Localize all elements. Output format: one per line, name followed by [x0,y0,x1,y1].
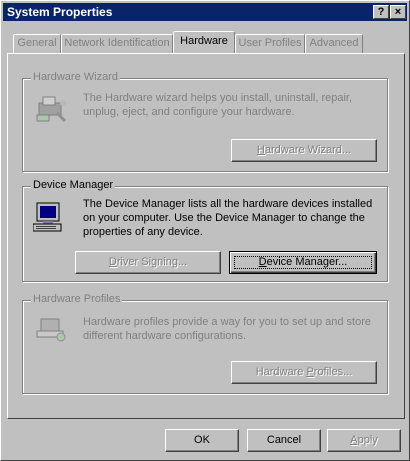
hardware-profiles-button-label-b: P [306,366,314,378]
tab-hardware[interactable]: Hardware [173,31,235,53]
hardware-wizard-button[interactable]: Hardware Wizard... [231,139,377,162]
hardware-profiles-description-2: different hardware configurations. [83,330,247,342]
apply-button[interactable]: Apply [327,429,401,452]
tab-network-identification[interactable]: Network Identification [61,34,173,53]
device-manager-icon [33,202,62,232]
hardware-profiles-button-label-c: rofiles... [313,366,353,378]
device-manager-button[interactable]: Device Manager... [229,251,377,274]
apply-button-label-a: A [350,434,358,446]
hardware-wizard-group-label: Hardware Wizard [31,71,120,83]
driver-signing-button-label-b: D [108,256,117,268]
title-bar[interactable]: System Properties ? × [3,3,407,21]
hardware-wizard-description-2: unplug, eject, and configure your hardwa… [83,106,295,118]
hardware-profiles-group: Hardware Profiles Hardware profiles prov… [22,293,388,394]
device-manager-group-label: Device Manager [31,179,116,191]
hardware-profiles-icon [36,318,66,342]
driver-signing-button[interactable]: Driver Signing... [75,251,221,274]
hardware-profiles-description-1: Hardware profiles provide a way for you … [83,316,371,328]
device-manager-description-1: The Device Manager lists all the hardwar… [83,198,373,210]
hardware-profiles-button-label-a: Hardware [255,366,307,378]
hardware-wizard-button-label-b: H [256,144,265,156]
help-icon[interactable]: ? [373,5,389,19]
hardware-wizard-description-1: The Hardware wizard helps you install, u… [83,92,353,104]
close-icon[interactable]: × [390,5,406,19]
device-manager-description-3: properties of any device. [83,226,203,238]
tab-panel-hardware: Hardware Wizard The Hardware wizard help… [7,53,405,419]
tab-general[interactable]: General [13,34,61,53]
driver-signing-button-label-c: river Signing... [116,256,188,268]
hardware-wizard-group: Hardware Wizard The Hardware wizard help… [22,71,388,172]
hardware-profiles-group-label: Hardware Profiles [31,293,123,305]
system-properties-window: System Properties ? × General Network Id… [0,0,410,461]
device-manager-description-2: on your computer. Use the Device Manager… [83,212,365,224]
device-manager-button-label-c: evice Manager... [266,256,348,268]
window-title: System Properties [7,5,113,19]
device-manager-button-label-b: D [258,256,267,268]
tab-advanced[interactable]: Advanced [305,34,363,53]
hardware-wizard-button-label-c: ardware Wizard... [264,144,352,156]
apply-button-label-b: pply [357,434,378,446]
hardware-profiles-button[interactable]: Hardware Profiles... [231,361,377,384]
hardware-wizard-icon [36,96,67,123]
tab-user-profiles[interactable]: User Profiles [235,34,305,53]
cancel-button[interactable]: Cancel [247,429,321,452]
device-manager-group: Device Manager The Device Manager lists … [22,179,388,282]
ok-button[interactable]: OK [165,429,239,452]
